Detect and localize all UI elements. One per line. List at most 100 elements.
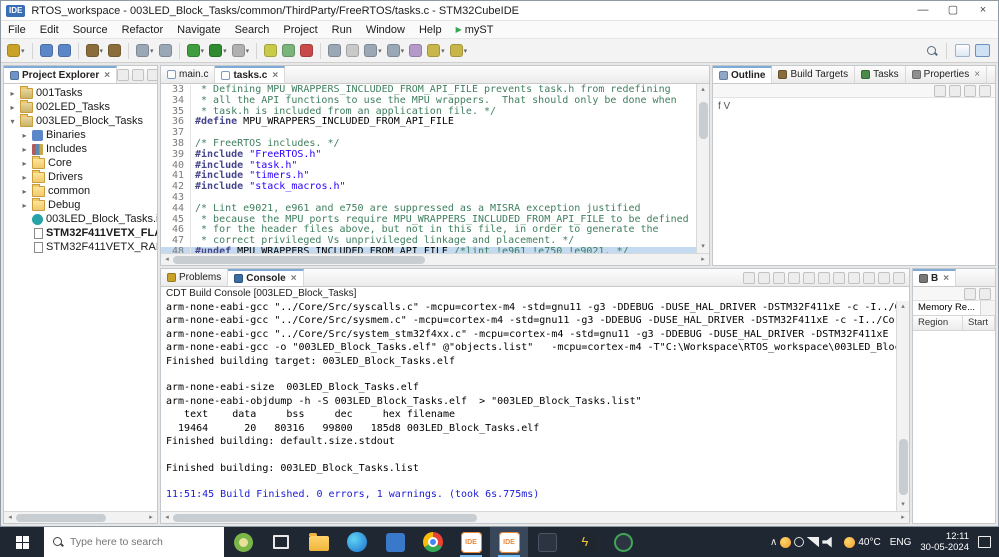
remove-launch-icon[interactable] — [758, 271, 770, 284]
action-center-icon[interactable] — [978, 536, 991, 548]
console-tab-console[interactable]: Console × — [228, 269, 304, 286]
back-icon[interactable]: ▾ — [426, 43, 446, 58]
outline-content[interactable]: f V — [713, 98, 995, 265]
next-annotation-icon[interactable]: ▾ — [363, 43, 383, 58]
new-source-icon[interactable]: ▾ — [135, 43, 155, 58]
prev-annotation-icon[interactable]: ▾ — [386, 43, 406, 58]
close-icon[interactable]: × — [291, 273, 297, 284]
menu-file[interactable]: File — [1, 23, 33, 37]
scroll-track[interactable] — [16, 512, 145, 524]
tab-memory-regions[interactable]: Memory Re... — [913, 301, 982, 315]
menu-navigate[interactable]: Navigate — [170, 23, 227, 37]
edge-icon[interactable] — [338, 527, 376, 557]
minimize-view-icon[interactable] — [147, 68, 157, 81]
menu-run[interactable]: Run — [325, 23, 359, 37]
taskbar-search[interactable] — [44, 527, 224, 557]
step-commands-icon[interactable] — [263, 43, 278, 58]
dark-round-app-icon[interactable] — [604, 527, 642, 557]
console-output[interactable]: arm-none-eabi-gcc "../Core/Src/syscalls.… — [161, 301, 896, 511]
language-indicator[interactable]: ENG — [890, 537, 912, 548]
tree-item-002led-tasks[interactable]: ▸ 002LED_Tasks — [4, 100, 157, 114]
build-all-icon[interactable] — [107, 43, 122, 58]
line-number[interactable]: 44 — [161, 203, 191, 215]
build-icon[interactable]: ▾ — [85, 43, 105, 58]
scroll-left-icon[interactable] — [161, 512, 173, 524]
file-explorer-icon[interactable] — [300, 527, 338, 557]
menu-project[interactable]: Project — [276, 23, 324, 37]
chrome-icon[interactable] — [414, 527, 452, 557]
menu-refactor[interactable]: Refactor — [115, 23, 171, 37]
stm32cubeide-active-icon[interactable]: IDE — [490, 527, 528, 557]
code-area[interactable]: 33 * Defining MPU_WRAPPERS_INCLUDED_FROM… — [161, 84, 696, 253]
line-number[interactable]: 39 — [161, 149, 191, 161]
new-wizard-icon[interactable]: ▾ — [6, 43, 26, 58]
scroll-left-icon[interactable] — [161, 254, 173, 266]
stm32cubeide-icon[interactable]: IDE — [452, 527, 490, 557]
hide-static-icon[interactable] — [964, 84, 976, 97]
right-tab-tasks[interactable]: Tasks — [855, 66, 906, 83]
line-number[interactable]: 34 — [161, 95, 191, 107]
save-all-icon[interactable] — [57, 43, 72, 58]
search-dialog-icon[interactable] — [158, 43, 173, 58]
run-icon[interactable]: ▾ — [208, 43, 228, 58]
tree-item-003led-block-tasks-ioc[interactable]: 003LED_Block_Tasks.ioc — [4, 212, 157, 226]
scroll-track[interactable] — [897, 313, 910, 499]
column-region[interactable]: Region — [913, 316, 963, 330]
expand-arrow-icon[interactable]: ▸ — [8, 89, 17, 98]
tree-item-drivers[interactable]: ▸ Drivers — [4, 170, 157, 184]
console-tab-problems[interactable]: Problems — [161, 269, 229, 286]
collapse-all-icon[interactable] — [117, 68, 130, 81]
tree-item-common[interactable]: ▸ common — [4, 184, 157, 198]
tree-item-stm32f411vetx-ram-ld[interactable]: STM32F411VETX_RAM.ld — [4, 240, 157, 254]
open-perspective-icon[interactable] — [955, 44, 970, 57]
scroll-down-icon[interactable] — [697, 241, 710, 253]
mark-occurrences-icon[interactable] — [345, 43, 360, 58]
scroll-right-icon[interactable] — [145, 512, 157, 524]
word-wrap-icon[interactable] — [818, 271, 830, 284]
maximize-view-icon[interactable] — [893, 271, 905, 284]
avocado-app-icon[interactable] — [224, 527, 262, 557]
maximize-button[interactable]: ▢ — [938, 1, 968, 21]
minimize-button[interactable]: — — [908, 1, 938, 21]
close-button[interactable]: × — [968, 1, 998, 21]
close-icon[interactable]: × — [974, 69, 980, 80]
expand-arrow-icon[interactable]: ▸ — [20, 173, 29, 182]
scroll-thumb[interactable] — [173, 513, 478, 522]
editor-hscrollbar[interactable] — [161, 253, 709, 265]
refresh-icon[interactable] — [964, 287, 976, 300]
scroll-up-icon[interactable] — [697, 84, 710, 96]
tab-build-analyzer[interactable]: B × — [913, 269, 957, 286]
menu-window[interactable]: Window — [359, 23, 412, 37]
view-menu-icon[interactable] — [132, 68, 145, 81]
close-icon[interactable]: × — [104, 70, 110, 81]
tree-item-core[interactable]: ▸ Core — [4, 156, 157, 170]
menu-edit[interactable]: Edit — [33, 23, 66, 37]
pin-console-icon[interactable] — [833, 271, 845, 284]
scroll-thumb[interactable] — [698, 101, 708, 140]
last-edit-location-icon[interactable] — [408, 43, 423, 58]
close-icon[interactable]: × — [272, 70, 278, 81]
scroll-thumb[interactable] — [173, 255, 425, 264]
collapse-arrow-icon[interactable]: ▾ — [8, 117, 17, 126]
scroll-thumb[interactable] — [898, 439, 908, 496]
open-element-icon[interactable] — [327, 43, 342, 58]
minimize-view-icon[interactable] — [878, 271, 890, 284]
scroll-left-icon[interactable] — [4, 512, 16, 524]
debug-icon[interactable]: ▾ — [186, 43, 206, 58]
scroll-down-icon[interactable] — [897, 499, 910, 511]
view-menu-icon[interactable] — [979, 287, 991, 300]
hidden-icons-chevron-icon[interactable]: ∧ — [770, 537, 777, 548]
editor-tab-tasks-c[interactable]: tasks.c × — [215, 66, 286, 83]
editor-vscrollbar[interactable] — [696, 84, 709, 253]
sort-icon[interactable] — [934, 84, 946, 97]
scroll-right-icon[interactable] — [897, 512, 909, 524]
expand-arrow-icon[interactable]: ▸ — [20, 131, 29, 140]
right-tab-properties[interactable]: Properties × — [906, 66, 988, 83]
right-tab-outline[interactable]: Outline — [713, 66, 773, 83]
taskbar-clock[interactable]: 12:11 30-05-2024 — [920, 531, 969, 553]
close-icon[interactable]: × — [943, 273, 949, 284]
scroll-up-icon[interactable] — [897, 301, 910, 313]
dark-app-icon[interactable] — [528, 527, 566, 557]
scroll-right-icon[interactable] — [697, 254, 709, 266]
clear-console-icon[interactable] — [788, 271, 800, 284]
